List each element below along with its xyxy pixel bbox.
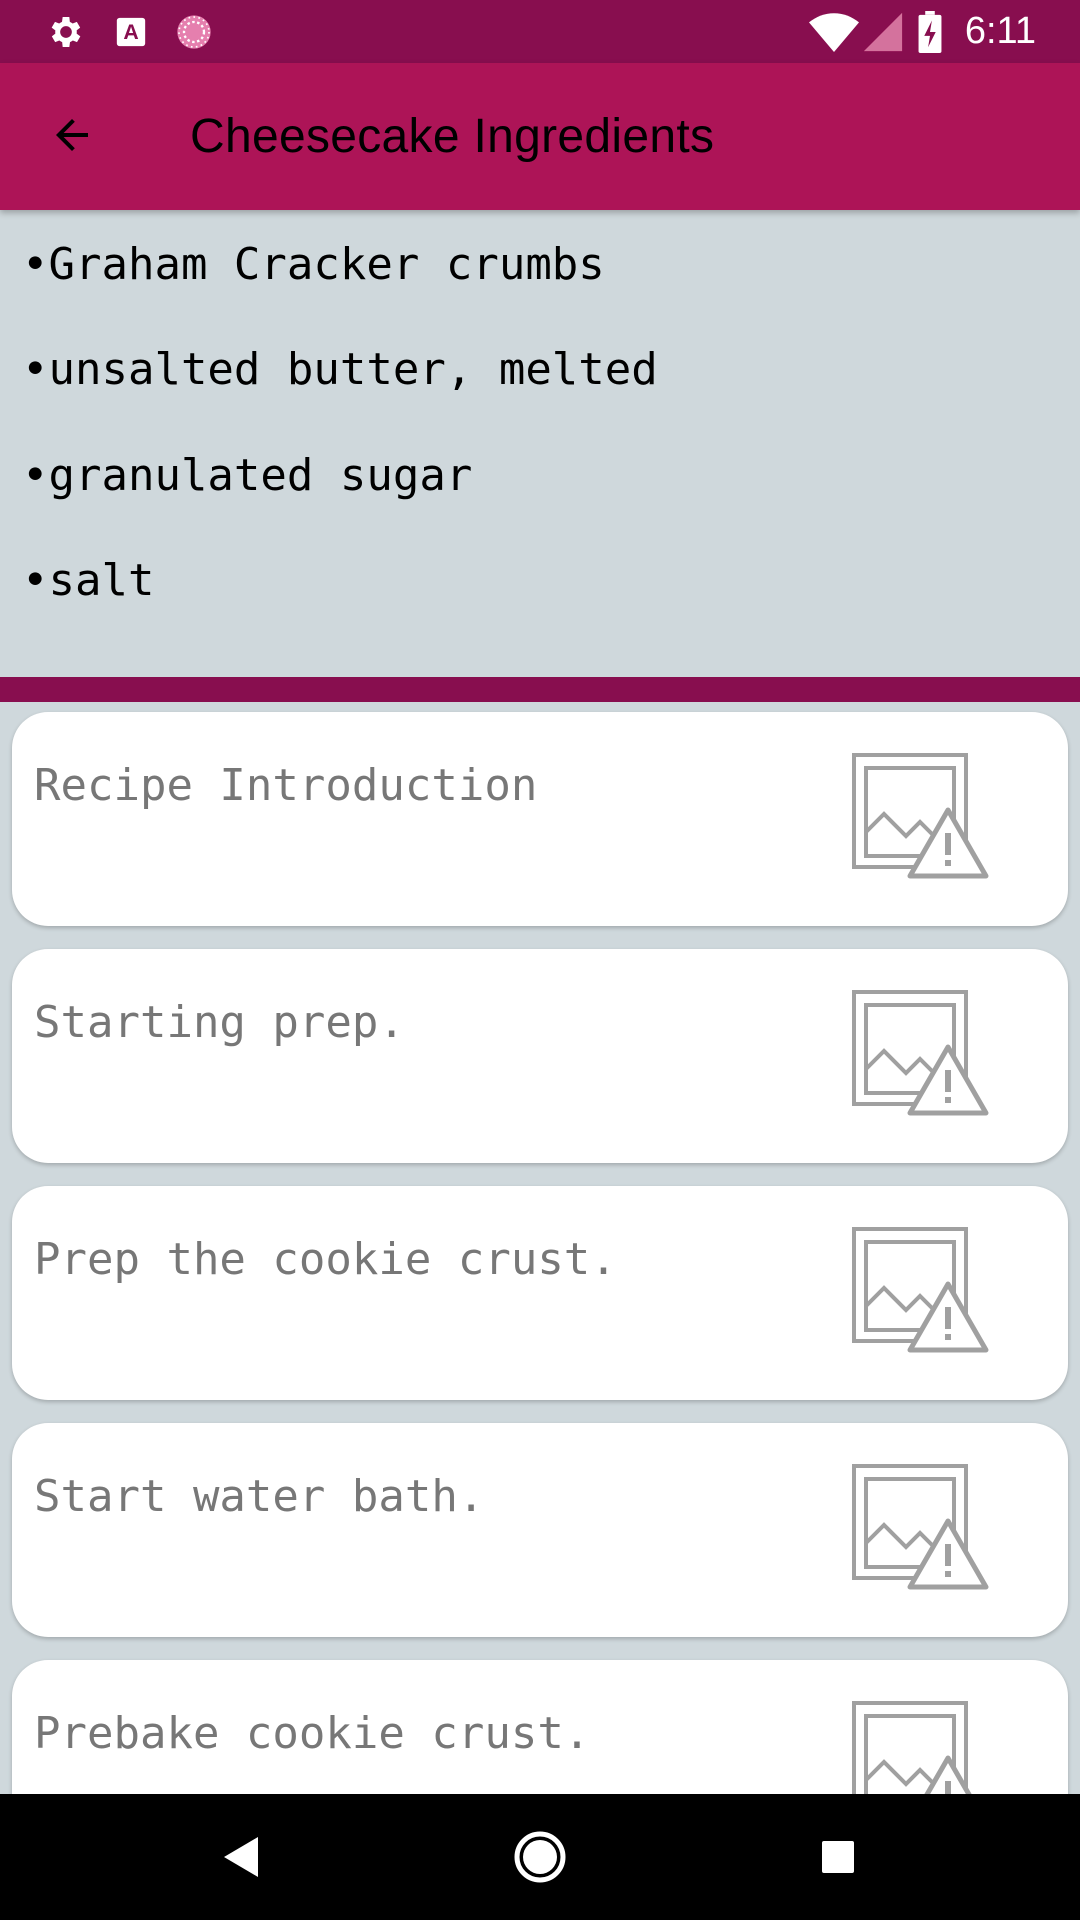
status-time: 6:11 [964,10,1036,52]
nav-recents-icon[interactable] [796,1794,880,1920]
nav-home-icon[interactable] [496,1794,584,1920]
steps-list[interactable]: Recipe Introduction Starting prep. Prep … [0,702,1080,1794]
step-card[interactable]: Start water bath. [12,1423,1068,1637]
broken-image-icon [850,1463,1000,1593]
back-button[interactable] [30,95,114,179]
nav-back-icon[interactable] [200,1794,284,1920]
ingredient-item: •unsalted butter, melted [22,344,658,395]
signal-icon [862,0,904,63]
broken-image-icon [850,989,1000,1119]
system-nav-bar [0,1794,1080,1920]
step-card[interactable]: Prebake cookie crust. [12,1660,1068,1794]
sync-circle-icon [174,0,214,63]
step-label: Prebake cookie crust. [34,1708,591,1759]
step-label: Prep the cookie crust. [34,1234,617,1285]
ingredient-item: •granulated sugar [22,450,473,501]
step-label: Recipe Introduction [34,760,538,811]
broken-image-icon [850,1700,1000,1794]
settings-icon [46,0,86,63]
svg-text:A: A [123,20,138,44]
app-bar: Cheesecake Ingredients [0,63,1080,210]
page-title: Cheesecake Ingredients [190,110,715,163]
status-bar: A 6:11 [0,0,1080,63]
step-card[interactable]: Starting prep. [12,949,1068,1163]
text-a-icon: A [114,0,148,63]
step-label: Start water bath. [34,1471,485,1522]
ingredients-list: •Graham Cracker crumbs •unsalted butter,… [0,210,1080,677]
arrow-back-icon [48,111,96,163]
battery-charging-icon [918,0,942,63]
broken-image-icon [850,1226,1000,1356]
step-card[interactable]: Recipe Introduction [12,712,1068,926]
step-label: Starting prep. [34,997,405,1048]
step-card[interactable]: Prep the cookie crust. [12,1186,1068,1400]
ingredient-item: •Graham Cracker crumbs [22,239,605,290]
wifi-icon [808,0,860,63]
section-divider [0,677,1080,702]
broken-image-icon [850,752,1000,882]
ingredient-item: •salt [22,555,155,606]
